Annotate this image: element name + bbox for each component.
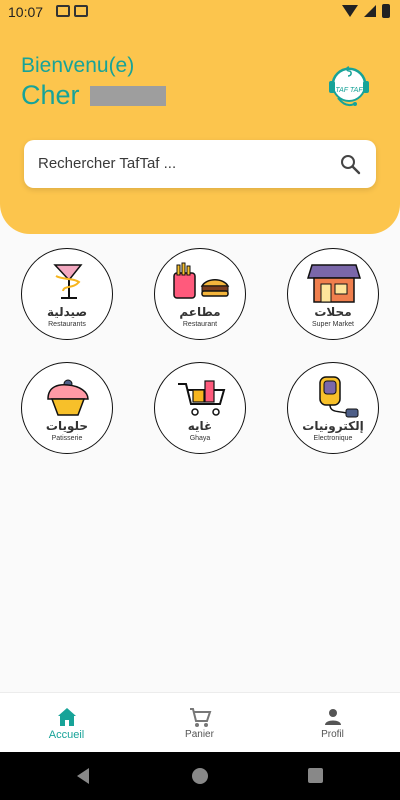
category-super-market[interactable]: محلات Super Market [287,248,379,340]
category-label-ar: صيدلية [46,305,88,319]
username-redaction [89,85,166,106]
status-bar: 10:07 [0,0,400,24]
header: Bienvenu(e) Cher TAF TAF Rechercher TafT… [0,24,400,234]
battery-icon [382,4,390,18]
restaurant-icon [173,262,230,299]
search-bar[interactable]: Rechercher TafTaf ... [24,140,376,188]
home-button-icon[interactable] [192,768,208,784]
category-ghaya[interactable]: غايه Ghaya [154,362,246,454]
home-icon[interactable] [55,705,79,729]
electronics-icon [319,376,359,418]
category-label-ar: محلات [314,305,352,319]
category-label-ar: غايه [187,419,213,433]
cart-icon[interactable] [188,705,212,729]
status-time: 10:07 [8,4,44,20]
nav-label-accueil: Accueil [48,729,85,741]
pharmacy-icon [53,264,83,299]
mail-icon [56,5,70,17]
shop-icon [306,264,362,303]
wifi-icon [342,5,358,17]
nav-profil[interactable]: Profil [266,693,399,753]
shopping-cart-icon [178,380,226,416]
category-pharmacy[interactable]: صيدلية Restaurants [21,248,113,340]
cupcake-icon [47,379,89,416]
welcome-text: Bienvenu(e) [21,54,135,77]
logo-text: TAF TAF [335,87,363,94]
search-placeholder[interactable]: Rechercher TafTaf ... [38,155,176,172]
category-label-fr: Patisserie [51,435,83,442]
category-patisserie[interactable]: حلويات Patisserie [21,362,113,454]
category-label-ar: مطاعم [179,305,221,319]
greeting-prefix: Cher [21,80,80,110]
category-label-fr: Super Market [311,321,355,328]
nav-label-profil: Profil [321,729,344,740]
search-icon[interactable] [338,152,362,176]
mail-icon [74,5,88,17]
profile-icon[interactable] [321,705,345,729]
category-label-ar: حلويات [45,419,89,433]
nav-panier[interactable]: Panier [133,693,266,753]
category-label-fr: Ghaya [189,435,211,442]
recent-apps-icon[interactable] [308,768,323,783]
username-row: Cher [21,80,166,111]
category-label-ar: إلكترونيات [302,419,364,433]
bottom-navigation: Accueil Panier Profil [0,692,400,752]
category-electronics[interactable]: إلكترونيات Electronique [287,362,379,454]
nav-label-panier: Panier [185,729,214,740]
taftaf-logo: TAF TAF [329,66,369,107]
category-restaurant[interactable]: مطاعم Restaurant [154,248,246,340]
signal-icon [364,5,376,17]
category-label-fr: Electronique [313,435,353,442]
category-label-fr: Restaurant [182,321,218,328]
back-icon[interactable] [77,768,89,784]
android-navigation-bar [0,752,400,800]
category-label-fr: Restaurants [48,321,86,328]
nav-accueil[interactable]: Accueil [0,693,133,753]
